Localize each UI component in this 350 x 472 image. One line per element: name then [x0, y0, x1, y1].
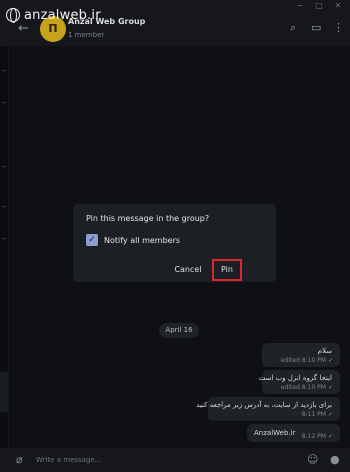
message-text: برای بازدید از سایت، به آدرس زیر مراجعه … — [196, 401, 332, 409]
minimize-button[interactable]: − — [294, 1, 306, 11]
message-bubble[interactable]: سلام edited 8:10 PM ✓ — [262, 343, 340, 367]
paperclip-icon[interactable]: ⌀ — [16, 453, 23, 466]
back-arrow-icon[interactable]: ← — [18, 21, 29, 36]
read-check-icon: ✓ — [327, 411, 333, 418]
emoji-icon[interactable]: ☺ — [307, 453, 318, 466]
notify-all-members-checkbox[interactable]: ✓ — [86, 234, 98, 246]
message-input[interactable] — [36, 453, 276, 467]
cancel-button[interactable]: Cancel — [171, 259, 205, 281]
divider — [2, 166, 5, 167]
dialog-title: Pin this message in the group? — [86, 214, 210, 223]
group-member-count: 1 member — [68, 31, 105, 39]
pin-message-dialog: Pin this message in the group? ✓ Notify … — [73, 204, 276, 282]
telegram-window: − □ ✕ ← Π Anzal Web Group 1 member ⌕ ▭ ⋮… — [0, 0, 350, 472]
read-check-icon: ✓ — [327, 357, 333, 364]
message-bubble[interactable]: AnzalWeb.ir 8:12 PM ✓ — [247, 424, 340, 442]
close-window-button[interactable]: ✕ — [332, 1, 344, 11]
microphone-icon[interactable]: ● — [330, 453, 340, 466]
message-bubble[interactable]: برای بازدید از سایت، به آدرس زیر مراجعه … — [196, 397, 340, 421]
date-divider: April 16 — [159, 323, 199, 338]
pin-button[interactable]: Pin — [212, 259, 242, 281]
message-meta: 8:11 PM ✓ — [301, 411, 333, 418]
divider — [2, 206, 5, 207]
channel-info-icon[interactable]: ▭ — [311, 21, 321, 34]
globe-icon — [6, 8, 20, 23]
message-meta: 8:12 PM ✓ — [301, 433, 333, 440]
site-watermark: anzalweb.ir — [6, 7, 101, 23]
message-text: سلام — [317, 347, 332, 355]
divider — [2, 238, 5, 239]
message-composer: ⌀ ☺ ● — [0, 448, 350, 472]
read-check-icon: ✓ — [327, 384, 333, 391]
chat-list-edge[interactable] — [0, 46, 9, 448]
message-text: AnzalWeb.ir — [254, 429, 296, 437]
more-options-icon[interactable]: ⋮ — [333, 21, 344, 34]
message-text: اینجا گروه انزل وب است — [258, 374, 332, 382]
divider — [2, 102, 5, 103]
search-icon[interactable]: ⌕ — [290, 21, 296, 35]
maximize-button[interactable]: □ — [313, 1, 325, 11]
watermark-text: anzalweb.ir — [24, 7, 101, 23]
read-check-icon: ✓ — [327, 433, 333, 440]
message-bubble[interactable]: اینجا گروه انزل وب است edited 8:10 PM ✓ — [258, 370, 340, 394]
chat-list-item[interactable] — [0, 372, 9, 412]
message-meta: edited 8:10 PM ✓ — [280, 357, 333, 364]
divider — [2, 70, 5, 71]
message-meta: edited 8:10 PM ✓ — [280, 384, 333, 391]
notify-all-members-label[interactable]: Notify all members — [104, 236, 180, 245]
